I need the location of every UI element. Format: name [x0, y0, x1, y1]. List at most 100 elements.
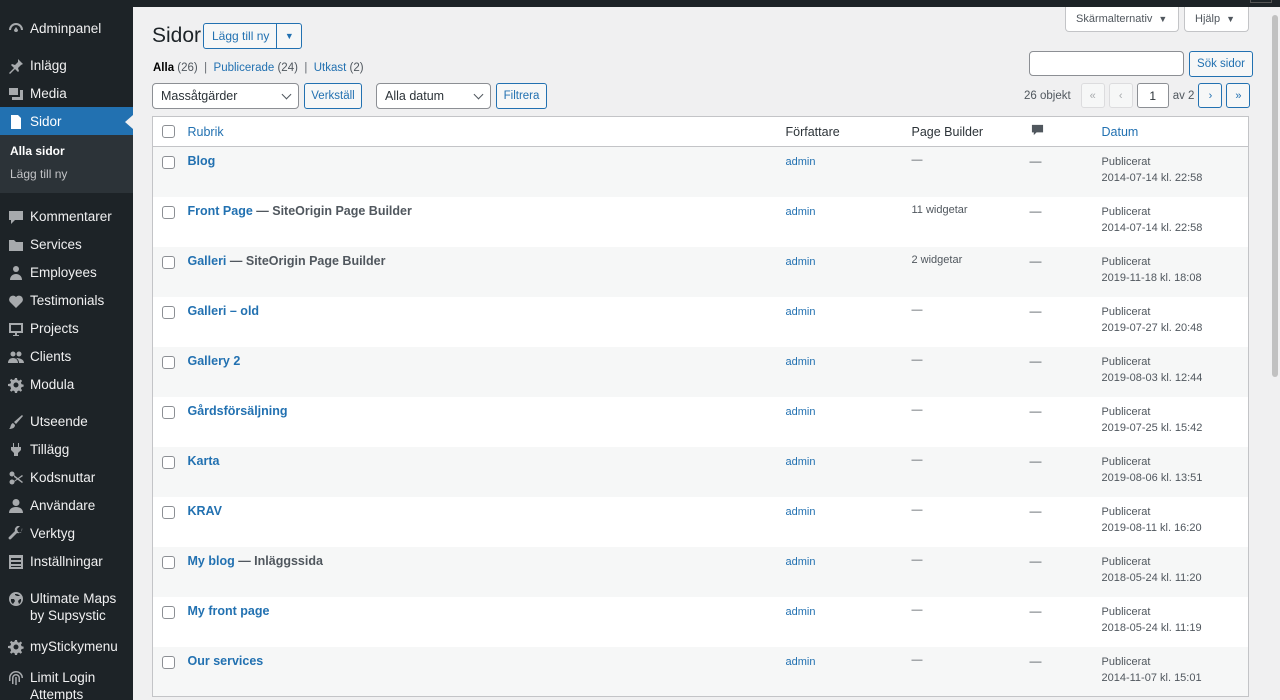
filter-drafts-link[interactable]: Utkast (2): [314, 62, 364, 74]
author-link[interactable]: admin: [786, 356, 816, 368]
sidebar-item-comments[interactable]: Kommentarer: [0, 202, 133, 230]
submenu-all-pages[interactable]: Alla sidor: [0, 140, 133, 163]
sidebar-item-testimonials[interactable]: Testimonials: [0, 286, 133, 314]
sidebar-item-projects[interactable]: Projects: [0, 314, 133, 342]
sidebar-item-snippets[interactable]: Kodsnuttar: [0, 463, 133, 491]
prev-page-button[interactable]: ‹: [1108, 83, 1133, 108]
row-checkbox[interactable]: [162, 455, 175, 469]
sidebar-item-plugins[interactable]: Tillägg: [0, 435, 133, 463]
sidebar-item-services[interactable]: Services: [0, 230, 133, 258]
sidebar-item-modula[interactable]: Modula: [0, 370, 133, 398]
sidebar-item-limitlogin[interactable]: Limit Login Attempts: [0, 663, 133, 700]
page-title-link[interactable]: Gårdsförsäljning: [188, 404, 288, 418]
row-checkbox[interactable]: [162, 655, 175, 669]
page-title-link[interactable]: KRAV: [188, 504, 223, 518]
sidebar-item-appearance[interactable]: Utseende: [0, 407, 133, 435]
main-content: Skärmalternativ ▼ Hjälp ▼ Sidor Lägg till …: [133, 7, 1280, 700]
page-title-link[interactable]: Front Page: [188, 204, 253, 218]
select-all-cell: [152, 116, 188, 147]
row-author-cell: admin: [786, 447, 912, 497]
table-row: Our services admin — — Publicerat 2014-11-07 …: [152, 646, 1249, 697]
page-title-link[interactable]: Gallery 2: [188, 354, 241, 368]
pin-icon: [7, 57, 24, 74]
row-date: 2018-05-24 kl. 11:19: [1101, 621, 1202, 634]
next-page-button[interactable]: ›: [1198, 83, 1223, 108]
sidebar-item-label: Employees: [30, 265, 97, 280]
row-checkbox[interactable]: [162, 405, 175, 419]
page-title-link[interactable]: Karta: [188, 454, 220, 468]
author-link[interactable]: admin: [786, 656, 816, 668]
page-title-link[interactable]: Blog: [188, 154, 216, 168]
filter-published-link[interactable]: Publicerade (24): [214, 62, 298, 74]
page-scrollbar[interactable]: [1268, 7, 1280, 700]
page-title-link[interactable]: My front page: [188, 604, 270, 618]
sidebar-item-maps[interactable]: Ultimate Maps by Supsystic: [0, 584, 133, 629]
author-link[interactable]: admin: [786, 156, 816, 168]
sidebar-separator: [0, 575, 133, 584]
search-input[interactable]: [1029, 51, 1184, 76]
sidebar-item-users[interactable]: Användare: [0, 491, 133, 519]
author-link[interactable]: admin: [786, 506, 816, 518]
add-new-dropdown-icon[interactable]: ▼: [277, 24, 301, 48]
page-title-link[interactable]: Our services: [188, 654, 264, 668]
row-checkbox-cell: [153, 397, 188, 447]
row-date-cell: Publicerat 2019-07-25 kl. 15:42: [1102, 397, 1249, 447]
page-title-link[interactable]: Galleri – old: [188, 304, 260, 318]
column-title[interactable]: Rubrik: [187, 116, 786, 147]
date-filter-select[interactable]: Alla datum: [376, 83, 491, 109]
row-checkbox[interactable]: [162, 505, 175, 519]
sidebar-item-label: Testimonials: [30, 293, 105, 308]
author-link[interactable]: admin: [786, 256, 816, 268]
sidebar-item-employees[interactable]: Employees: [0, 258, 133, 286]
screen-options-button[interactable]: Skärmalternativ ▼: [1065, 7, 1179, 32]
row-checkbox[interactable]: [162, 205, 175, 219]
row-author-cell: admin: [786, 147, 912, 197]
row-status: Publicerat: [1101, 505, 1151, 518]
row-checkbox[interactable]: [162, 255, 175, 269]
bulk-actions-select[interactable]: Massåtgärder: [152, 83, 299, 109]
admin-bar-corner[interactable]: [1250, 0, 1272, 3]
current-page-input[interactable]: 1: [1136, 83, 1169, 108]
sidebar-item-media[interactable]: Media: [0, 79, 133, 107]
row-checkbox[interactable]: [162, 555, 175, 569]
author-link[interactable]: admin: [786, 206, 816, 218]
sidebar-item-pages[interactable]: Sidor: [0, 107, 133, 135]
help-button[interactable]: Hjälp ▼: [1184, 7, 1249, 32]
row-checkbox-cell: [153, 247, 188, 297]
last-page-button[interactable]: »: [1226, 83, 1251, 108]
row-checkbox[interactable]: [162, 156, 175, 169]
add-new-button[interactable]: Lägg till ny: [204, 24, 278, 48]
search-pages-button[interactable]: Sök sidor: [1189, 51, 1253, 77]
sidebar-item-posts[interactable]: Inlägg: [0, 51, 133, 79]
row-checkbox[interactable]: [162, 305, 175, 319]
page-title-link[interactable]: My blog: [188, 554, 235, 568]
column-comments[interactable]: [1029, 116, 1102, 147]
monitor-icon: [7, 320, 24, 337]
sidebar-item-label: Clients: [30, 349, 72, 364]
row-checkbox[interactable]: [162, 355, 175, 369]
scrollbar-thumb[interactable]: [1272, 15, 1278, 377]
page-title-link[interactable]: Galleri: [188, 254, 227, 268]
row-checkbox[interactable]: [162, 605, 175, 619]
apply-button[interactable]: Verkställ: [304, 83, 362, 109]
author-link[interactable]: admin: [786, 606, 816, 618]
column-date[interactable]: Datum: [1101, 116, 1249, 147]
sidebar-item-sticky[interactable]: myStickymenu: [0, 632, 133, 660]
author-link[interactable]: admin: [786, 406, 816, 418]
row-title-cell: Karta: [188, 447, 786, 497]
author-link[interactable]: admin: [786, 456, 816, 468]
first-page-button[interactable]: «: [1080, 83, 1105, 108]
submenu-add-new[interactable]: Lägg till ny: [0, 163, 133, 186]
row-title-cell: KRAV: [188, 497, 786, 547]
sidebar-item-dashboard[interactable]: Adminpanel: [0, 14, 133, 42]
admin-bar: [0, 0, 1280, 7]
select-all-checkbox[interactable]: [162, 125, 175, 138]
row-date-cell: Publicerat 2019-07-27 kl. 20:48: [1102, 297, 1249, 347]
sidebar-item-settings[interactable]: Inställningar: [0, 547, 133, 575]
sidebar-item-clients[interactable]: Clients: [0, 342, 133, 370]
author-link[interactable]: admin: [786, 306, 816, 318]
filter-button[interactable]: Filtrera: [496, 83, 547, 109]
filter-all-link[interactable]: Alla (26): [153, 62, 198, 74]
author-link[interactable]: admin: [786, 556, 816, 568]
sidebar-item-tools[interactable]: Verktyg: [0, 519, 133, 547]
